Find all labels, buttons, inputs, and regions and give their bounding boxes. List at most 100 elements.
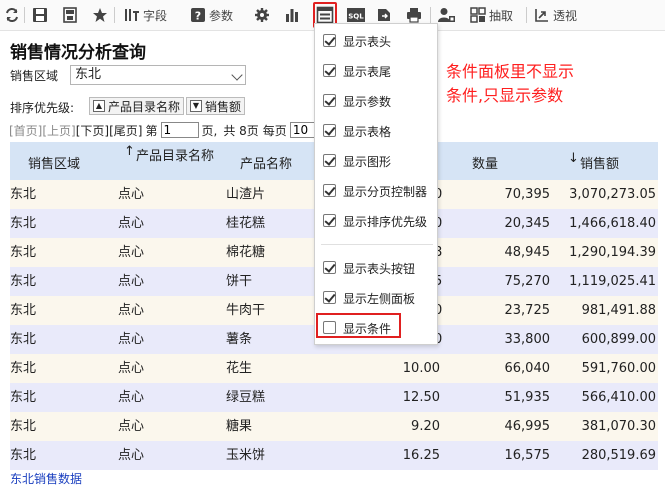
menu-item-label: 显示表尾 xyxy=(343,64,392,79)
cell-sales: 566,410.00 xyxy=(581,390,656,405)
cell-category: 点心 xyxy=(118,274,145,289)
sort-chip-category[interactable]: ▲ 产品目录名称 xyxy=(89,97,185,115)
chart-icon[interactable] xyxy=(284,4,300,26)
fields-button[interactable]: 字段 xyxy=(124,4,167,26)
cell-qty: 66,040 xyxy=(504,361,551,376)
cell-product: 玉米饼 xyxy=(226,448,266,463)
pager-per-page-label: 每页 xyxy=(262,123,287,138)
params-label: 参数 xyxy=(209,8,234,23)
settings-gear-icon[interactable] xyxy=(254,4,270,26)
annotation-line-1: 条件面板里不显示 xyxy=(446,62,575,81)
layout-panel-icon xyxy=(316,6,334,24)
col-header-sales[interactable]: ↓ 销售额 xyxy=(550,142,658,180)
checkbox-checked-icon[interactable] xyxy=(323,154,336,167)
cell-category: 点心 xyxy=(118,216,145,231)
sort-asc-icon: ▲ xyxy=(93,100,105,112)
table-row: 东北 点心 玉米饼 16.25 16,575 280,519.69 xyxy=(10,441,658,470)
sort-priority-label: 排序优先级: xyxy=(10,101,75,115)
cell-product: 饼干 xyxy=(226,274,253,289)
favorite-star-icon[interactable] xyxy=(92,4,108,26)
pager-prev[interactable]: [上页] xyxy=(42,122,75,139)
region-select[interactable]: 东北 xyxy=(70,65,246,85)
cell-qty: 20,345 xyxy=(504,216,551,231)
cell-region: 东北 xyxy=(10,245,37,260)
cell-product: 牛肉干 xyxy=(226,303,266,318)
checkbox-checked-icon[interactable] xyxy=(323,64,336,77)
menu-item-6[interactable]: 显示分页控制器 xyxy=(315,179,437,203)
menu-divider xyxy=(321,244,433,245)
cell-qty: 16,575 xyxy=(504,448,551,463)
checkbox-checked-icon[interactable] xyxy=(323,34,336,47)
pivot-button[interactable]: 透视 xyxy=(534,4,577,26)
cell-sales: 1,466,618.40 xyxy=(569,216,656,231)
checkbox-checked-icon[interactable] xyxy=(323,124,336,137)
help-icon: ? xyxy=(191,8,205,23)
checkbox-checked-icon[interactable] xyxy=(323,261,336,274)
page-number-input[interactable] xyxy=(160,122,199,138)
menu-item-3[interactable]: 显示参数 xyxy=(315,89,437,113)
cell-sales: 1,119,025.41 xyxy=(569,274,656,289)
pager-goto-suffix: 页, xyxy=(201,123,218,138)
menu-item-label: 显示表头 xyxy=(343,34,392,49)
cell-price: 12.50 xyxy=(402,390,440,405)
sort-chip-sales[interactable]: ▼ 销售额 xyxy=(186,97,246,115)
table-row: 东北 点心 糖果 9.20 46,995 381,070.30 xyxy=(10,412,658,441)
col-header-region[interactable]: 销售区域 xyxy=(10,142,118,180)
menu-item-2[interactable]: 显示表尾 xyxy=(315,59,437,83)
extract-icon xyxy=(470,7,486,23)
checkbox-checked-icon[interactable] xyxy=(323,94,336,107)
cell-qty: 46,995 xyxy=(504,419,551,434)
menu-item-7[interactable]: 显示排序优先级 xyxy=(315,209,437,233)
highlight-box xyxy=(316,313,401,338)
cell-category: 点心 xyxy=(118,245,145,260)
footer-link[interactable]: 东北销售数据 xyxy=(10,470,82,487)
cell-product: 糖果 xyxy=(226,419,253,434)
checkbox-checked-icon[interactable] xyxy=(323,214,336,227)
checkbox-checked-icon[interactable] xyxy=(323,184,336,197)
sort-down-arrow-icon: ↓ xyxy=(568,151,579,166)
pager-first[interactable]: [首页] xyxy=(9,122,42,139)
user-permission-icon[interactable] xyxy=(438,4,456,26)
extract-label: 抽取 xyxy=(489,8,514,23)
menu-item-label: 显示分页控制器 xyxy=(343,184,428,199)
menu-item-1[interactable]: 显示表头 xyxy=(315,29,437,53)
sort-desc-icon: ▼ xyxy=(190,100,202,112)
col-header-qty[interactable]: 数量 xyxy=(440,142,550,180)
menu-item-4[interactable]: 显示表格 xyxy=(315,119,437,143)
col-header-product[interactable]: 产品名称 xyxy=(226,142,314,180)
cell-price: 10.00 xyxy=(402,361,440,376)
save-as-icon[interactable] xyxy=(62,4,78,26)
cell-qty: 48,945 xyxy=(504,245,551,260)
extract-button[interactable]: 抽取 xyxy=(470,4,513,26)
col-header-category[interactable]: ↑ 产品目录名称 xyxy=(118,142,226,180)
menu-item-label: 显示参数 xyxy=(343,94,392,109)
menu-item-9[interactable]: 显示左侧面板 xyxy=(315,286,437,310)
menu-item-5[interactable]: 显示图形 xyxy=(315,149,437,173)
cell-sales: 981,491.88 xyxy=(581,303,656,318)
menu-item-8[interactable]: 显示表头按钮 xyxy=(315,256,437,280)
cell-region: 东北 xyxy=(10,303,37,318)
cell-qty: 70,395 xyxy=(504,187,551,202)
pager: [首页] [上页] [下页] [尾页] 第 页, 共 8页 每页 xyxy=(9,121,324,139)
cell-product: 棉花糖 xyxy=(226,245,266,260)
refresh-icon[interactable] xyxy=(4,4,20,26)
pager-last[interactable]: [尾页] xyxy=(109,122,142,139)
cell-product: 桂花糕 xyxy=(226,216,266,231)
fields-icon xyxy=(125,9,139,21)
pivot-label: 透视 xyxy=(553,8,578,23)
pivot-icon xyxy=(535,9,548,22)
sql-label: SQL xyxy=(348,13,364,21)
menu-item-label: 显示左侧面板 xyxy=(343,291,416,306)
cell-product: 薯条 xyxy=(226,332,253,347)
save-icon[interactable] xyxy=(32,4,48,26)
cell-category: 点心 xyxy=(118,332,145,347)
params-button[interactable]: ? 参数 xyxy=(190,4,233,26)
pager-next[interactable]: [下页] xyxy=(76,122,109,139)
cell-sales: 591,760.00 xyxy=(581,361,656,376)
sort-chip-sales-label: 销售额 xyxy=(205,99,242,114)
cell-region: 东北 xyxy=(10,419,37,434)
cell-category: 点心 xyxy=(118,419,145,434)
table-row: 东北 点心 绿豆糕 12.50 51,935 566,410.00 xyxy=(10,383,658,412)
table-row: 东北 点心 花生 10.00 66,040 591,760.00 xyxy=(10,354,658,383)
checkbox-checked-icon[interactable] xyxy=(323,291,336,304)
